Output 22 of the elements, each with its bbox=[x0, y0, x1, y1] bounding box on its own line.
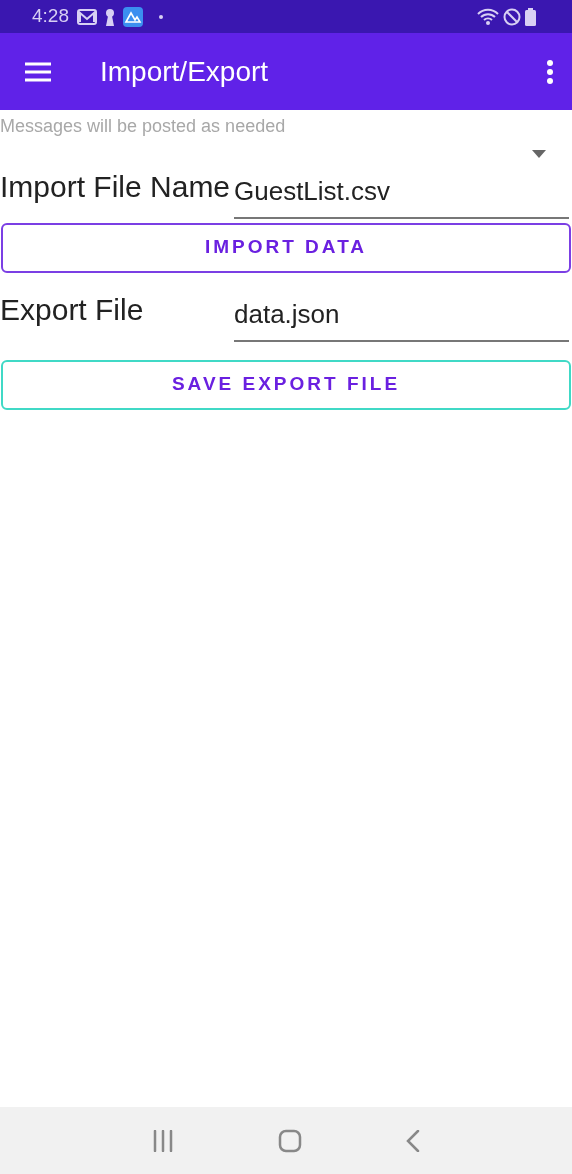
more-options-icon[interactable] bbox=[546, 58, 554, 85]
import-button[interactable]: IMPORT DATA bbox=[1, 222, 571, 273]
battery-icon bbox=[525, 7, 536, 26]
home-icon[interactable] bbox=[278, 1128, 302, 1153]
back-icon[interactable] bbox=[406, 1129, 420, 1152]
menu-icon[interactable] bbox=[24, 61, 52, 82]
app-title: Import/Export bbox=[100, 54, 269, 89]
status-time: 4:28 bbox=[32, 4, 69, 29]
keyhole-icon bbox=[105, 7, 115, 26]
dropdown-arrow-icon[interactable] bbox=[532, 149, 546, 158]
field-label: Import File Name bbox=[0, 168, 232, 205]
text-field[interactable]: data.json bbox=[234, 294, 569, 342]
save-export-button[interactable]: SAVE EXPORT FILE bbox=[1, 359, 571, 410]
dot-icon bbox=[159, 14, 163, 19]
status-message: Messages will be posted as needed bbox=[0, 116, 287, 138]
app-icon bbox=[123, 6, 143, 27]
field-label: Export File bbox=[0, 291, 145, 328]
recent-apps-icon[interactable] bbox=[152, 1129, 174, 1152]
text-field[interactable]: GuestList.csv bbox=[234, 171, 569, 219]
mail-icon bbox=[77, 8, 97, 25]
do-not-disturb-icon bbox=[503, 7, 521, 26]
wifi-icon bbox=[477, 7, 499, 26]
